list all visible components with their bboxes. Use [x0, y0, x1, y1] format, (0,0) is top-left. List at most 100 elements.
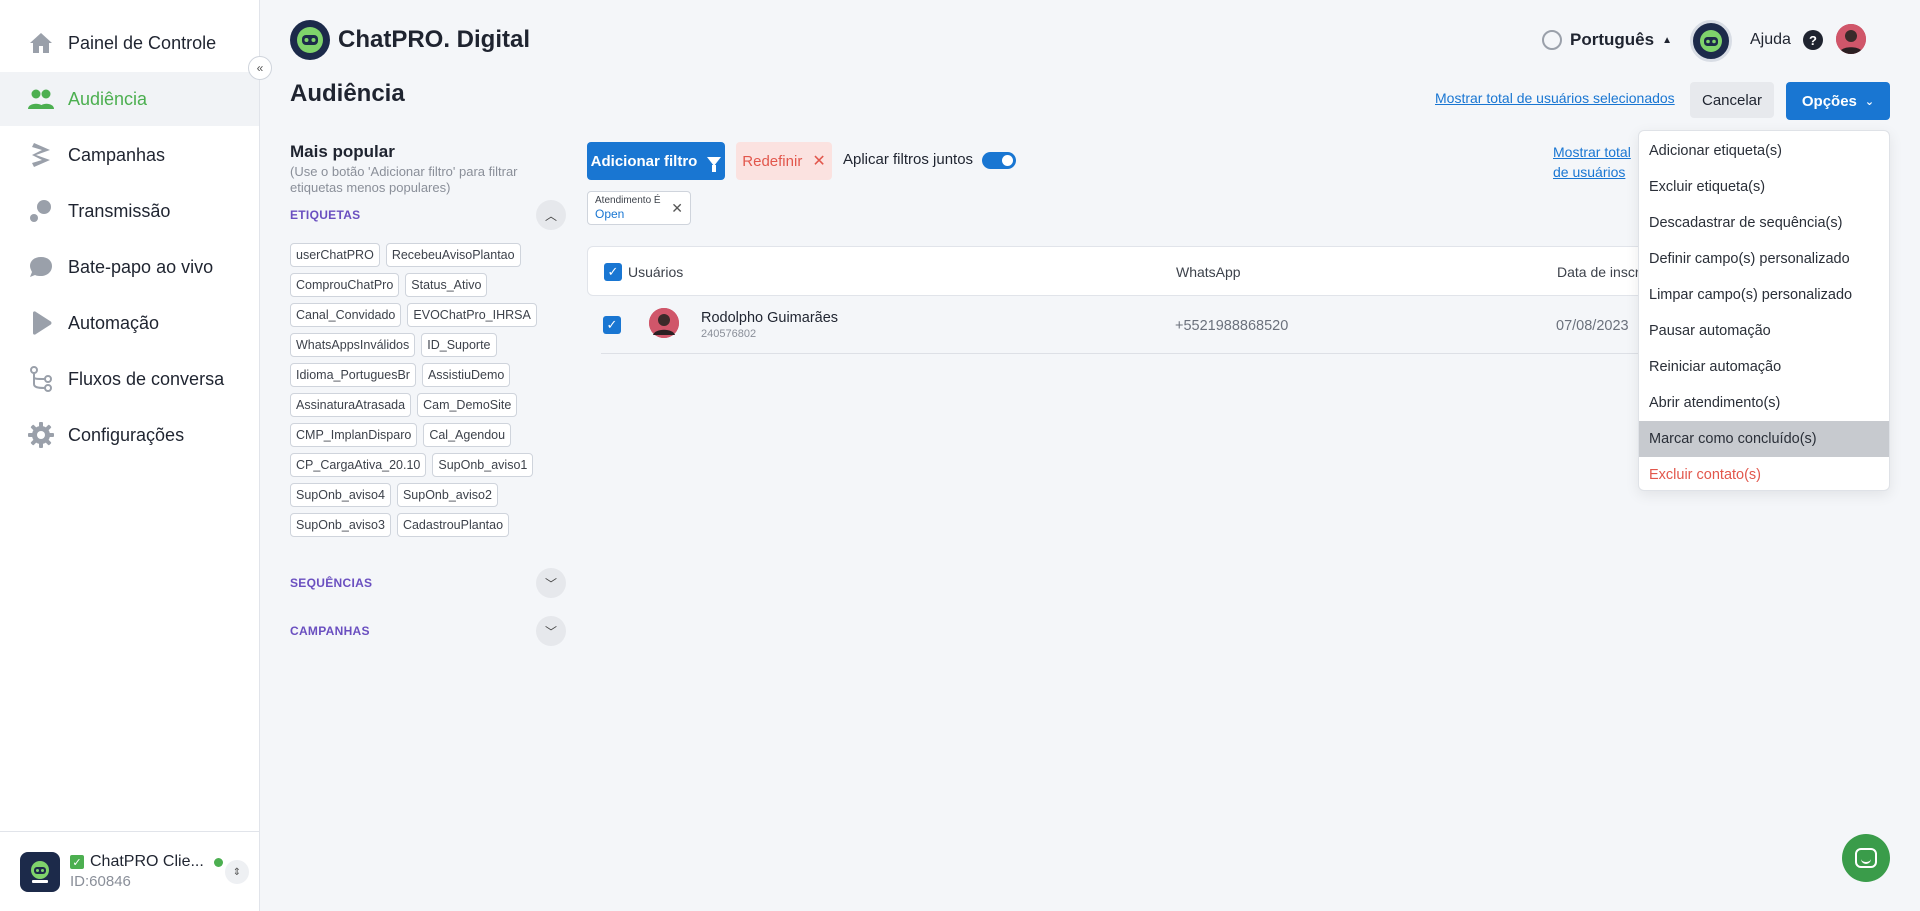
- brand[interactable]: ChatPRO. Digital: [290, 20, 530, 60]
- add-filter-button[interactable]: Adicionar filtro: [587, 142, 725, 180]
- sidebar-item-campanhas[interactable]: Campanhas: [0, 128, 259, 182]
- sidebar-item-audiencia[interactable]: Audiência: [0, 72, 259, 126]
- brand-name: ChatPRO. Digital: [338, 26, 531, 53]
- play-icon: [28, 310, 54, 336]
- tag-chip[interactable]: SupOnb_aviso2: [396, 483, 498, 507]
- menu-item-restart-automation[interactable]: Reiniciar automação: [1639, 349, 1889, 385]
- help-link[interactable]: Ajuda ?: [1750, 30, 1823, 50]
- tag-chip[interactable]: ID_Suporte: [421, 333, 497, 357]
- close-icon: ✕: [812, 153, 826, 170]
- sequences-section-label: SEQUÊNCIAS: [290, 576, 373, 590]
- tag-chip[interactable]: Idioma_PortuguesBr: [290, 363, 416, 387]
- sidebar-item-label: Bate-papo ao vivo: [68, 256, 214, 277]
- menu-item-open-ticket[interactable]: Abrir atendimento(s): [1639, 385, 1889, 421]
- close-icon[interactable]: ✕: [671, 200, 683, 217]
- tag-chip[interactable]: CP_CargaAtiva_20.10: [290, 453, 427, 477]
- filter-icon: [707, 156, 722, 172]
- sidebar-item-bate-papo[interactable]: Bate-papo ao vivo: [0, 240, 259, 294]
- campaigns-section-header[interactable]: CAMPANHAS ﹀: [290, 616, 566, 646]
- support-chat-button[interactable]: [1842, 834, 1890, 882]
- account-logo: [20, 851, 60, 892]
- user-signup-date: 07/08/2023: [1556, 318, 1629, 334]
- sidebar-item-painel[interactable]: Painel de Controle: [0, 16, 259, 70]
- sidebar-item-transmissao[interactable]: Transmissão: [0, 184, 259, 238]
- tag-chip[interactable]: Cal_Agendou: [423, 423, 512, 447]
- sidebar-item-label: Painel de Controle: [68, 32, 217, 53]
- tag-chip[interactable]: RecebeuAvisoPlantao: [385, 243, 521, 267]
- reset-filters-button[interactable]: Redefinir ✕: [736, 142, 832, 180]
- column-header-signup-date[interactable]: Data de inscrição: [1557, 264, 1639, 280]
- flow-icon: [28, 366, 54, 392]
- tag-chip[interactable]: Canal_Convidado: [290, 303, 402, 327]
- menu-item-unsubscribe-sequence[interactable]: Descadastrar de sequência(s): [1639, 205, 1889, 241]
- tag-chip[interactable]: Cam_DemoSite: [417, 393, 518, 417]
- chevron-down-icon[interactable]: ﹀: [536, 616, 566, 646]
- apply-filters-together-label: Aplicar filtros juntos: [843, 151, 974, 168]
- apply-filters-together-toggle[interactable]: [982, 152, 1016, 169]
- filter-chip-key: Atendimento É: [595, 195, 661, 206]
- tags-section-header[interactable]: ETIQUETAS ︿: [290, 200, 566, 230]
- tag-chip[interactable]: SupOnb_aviso1: [432, 453, 534, 477]
- sidebar-item-label: Configurações: [68, 424, 185, 445]
- menu-item-delete-contact[interactable]: Excluir contato(s): [1639, 457, 1889, 490]
- menu-item-add-tags[interactable]: Adicionar etiqueta(s): [1639, 133, 1889, 169]
- chevron-down-icon[interactable]: ﹀: [536, 568, 566, 598]
- select-all-checkbox[interactable]: ✓: [604, 263, 622, 281]
- language-selector[interactable]: Português ▲: [1542, 30, 1672, 50]
- language-label: Português: [1570, 30, 1655, 49]
- column-header-whatsapp[interactable]: WhatsApp: [1176, 264, 1241, 280]
- active-filter-chip[interactable]: Atendimento É Open ✕: [587, 191, 691, 225]
- sidebar-item-label: Audiência: [68, 88, 148, 109]
- tag-chip[interactable]: CadastrouPlantao: [396, 513, 510, 537]
- broadcast-icon: [28, 198, 54, 224]
- brand-logo-icon: [290, 20, 330, 60]
- sidebar: Painel de Controle Audiência Campanhas T…: [0, 0, 260, 911]
- check-icon: ✓: [70, 855, 84, 869]
- menu-item-pause-automation[interactable]: Pausar automação: [1639, 313, 1889, 349]
- tag-chip[interactable]: ComprouChatPro: [290, 273, 400, 297]
- column-header-users[interactable]: Usuários: [628, 264, 683, 280]
- tag-chip[interactable]: userChatPRO: [290, 243, 380, 267]
- show-total-selected-link[interactable]: Mostrar total de usuários selecionados: [1435, 90, 1675, 106]
- tags-section-label: ETIQUETAS: [290, 208, 361, 222]
- menu-item-mark-done[interactable]: Marcar como concluído(s): [1639, 421, 1889, 457]
- popular-title: Mais popular: [290, 142, 395, 161]
- avatar: [649, 308, 679, 338]
- chevron-up-icon[interactable]: ︿: [536, 200, 566, 230]
- account-switcher[interactable]: ✓ ChatPRO Clie... ID:60846 ⇕: [0, 831, 259, 911]
- unfold-icon[interactable]: ⇕: [225, 860, 249, 884]
- user-whatsapp: +5521988868520: [1175, 318, 1289, 334]
- tag-list: userChatPRO RecebeuAvisoPlantao ComprouC…: [290, 243, 550, 537]
- tag-chip[interactable]: Status_Ativo: [405, 273, 488, 297]
- tag-chip[interactable]: SupOnb_aviso4: [290, 483, 391, 507]
- sidebar-item-label: Transmissão: [68, 200, 171, 221]
- row-checkbox[interactable]: ✓: [603, 316, 621, 334]
- menu-item-clear-custom-field[interactable]: Limpar campo(s) personalizado: [1639, 277, 1889, 313]
- tag-chip[interactable]: AssistiuDemo: [421, 363, 511, 387]
- options-button[interactable]: Opções ⌄: [1786, 82, 1890, 120]
- menu-item-remove-tags[interactable]: Excluir etiqueta(s): [1639, 169, 1889, 205]
- account-id: ID:60846: [70, 873, 131, 890]
- user-avatar[interactable]: [1836, 24, 1866, 54]
- tag-chip[interactable]: SupOnb_aviso3: [290, 513, 391, 537]
- tag-chip[interactable]: AssinaturaAtrasada: [290, 393, 412, 417]
- tag-chip[interactable]: CMP_ImplanDisparo: [290, 423, 418, 447]
- bot-avatar-icon[interactable]: [1690, 20, 1732, 62]
- user-name[interactable]: Rodolpho Guimarães: [701, 310, 838, 326]
- home-icon: [28, 30, 54, 56]
- tag-chip[interactable]: WhatsAppsInválidos: [290, 333, 416, 357]
- show-total-filtered-link[interactable]: Mostrar total de usuários filtrados: [1553, 142, 1643, 182]
- sidebar-item-fluxos[interactable]: Fluxos de conversa: [0, 352, 259, 406]
- online-status-icon: [213, 857, 223, 867]
- add-filter-label: Adicionar filtro: [590, 152, 698, 170]
- chevron-down-icon: ⌄: [1864, 95, 1875, 108]
- sidebar-item-automacao[interactable]: Automação: [0, 296, 259, 350]
- tag-chip[interactable]: EVOChatPro_IHRSA: [407, 303, 537, 327]
- filter-chip-value: Open: [595, 207, 625, 221]
- menu-item-set-custom-field[interactable]: Definir campo(s) personalizado: [1639, 241, 1889, 277]
- collapse-sidebar-button[interactable]: «: [248, 56, 272, 80]
- sequences-section-header[interactable]: SEQUÊNCIAS ﹀: [290, 568, 566, 598]
- sidebar-item-configuracoes[interactable]: Configurações: [0, 408, 259, 462]
- cancel-button[interactable]: Cancelar: [1690, 82, 1774, 118]
- chat-icon: [1855, 848, 1877, 868]
